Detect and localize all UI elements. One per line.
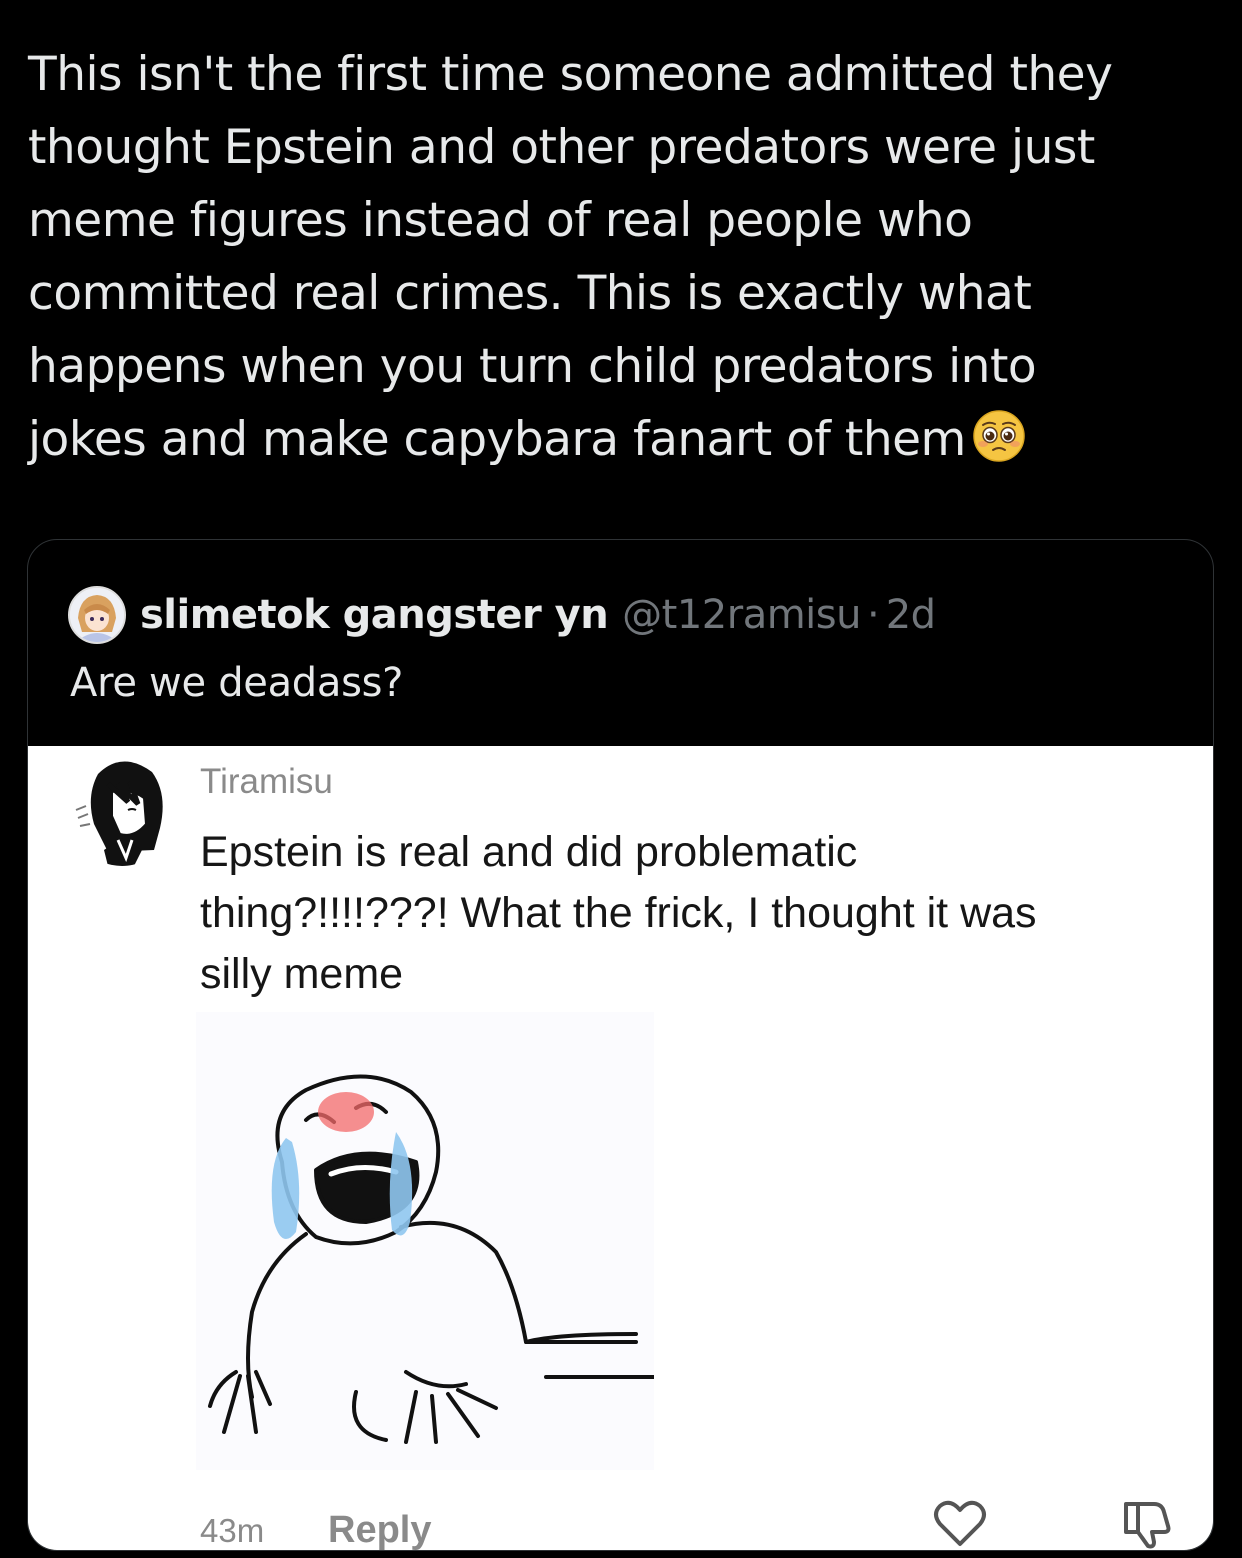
quoted-display-name[interactable]: slimetok gangster yn [140, 592, 609, 638]
quoted-tweet-header: slimetok gangster yn @t12ramisu · 2d [68, 585, 936, 645]
comment-footer: 43m Reply [200, 1500, 1200, 1550]
crying-laughing-meme-image [196, 1012, 658, 1470]
quoted-handle[interactable]: @t12ramisu [622, 592, 861, 638]
comment-line: silly meme [200, 950, 404, 998]
comment-line: Epstein is real and did problematic [200, 828, 858, 876]
quoted-tweet-text: Are we deadass? [70, 660, 404, 706]
comment-avatar [68, 754, 176, 866]
laughing-blob-drawing [196, 1012, 658, 1470]
avatar[interactable] [68, 586, 126, 644]
quoted-timestamp[interactable]: 2d [886, 592, 936, 638]
tweet-body: This isn't the first time someone admitt… [28, 38, 1208, 476]
comment-author-name[interactable]: Tiramisu [200, 762, 333, 802]
quoted-tweet-card[interactable]: slimetok gangster yn @t12ramisu · 2d Are… [27, 539, 1214, 1551]
comment-text: Epstein is real and did problematic thin… [200, 822, 1190, 1005]
heart-icon[interactable] [932, 1498, 988, 1550]
tweet-line: This isn't the first time someone admitt… [28, 47, 1113, 102]
comment-line: thing?!!!!???! What the frick, I thought… [200, 889, 1037, 937]
tweet-line: thought Epstein and other predators were… [28, 120, 1095, 175]
anime-boy-avatar-icon [68, 754, 176, 866]
pleading-face-icon [973, 410, 1025, 462]
thumbs-down-icon[interactable] [1120, 1498, 1176, 1550]
tweet-line: happens when you turn child predators in… [28, 339, 1037, 394]
tweet-line: jokes and make capybara fanart of them [28, 412, 966, 467]
anime-avatar-icon [70, 588, 124, 642]
comment-timestamp: 43m [200, 1512, 265, 1549]
reply-button[interactable]: Reply [328, 1509, 431, 1550]
attached-screenshot[interactable]: Tiramisu Epstein is real and did problem… [28, 746, 1213, 1550]
separator-dot: · [866, 592, 880, 638]
tweet-line: committed real crimes. This is exactly w… [28, 266, 1032, 321]
tweet-line: meme figures instead of real people who [28, 193, 973, 248]
